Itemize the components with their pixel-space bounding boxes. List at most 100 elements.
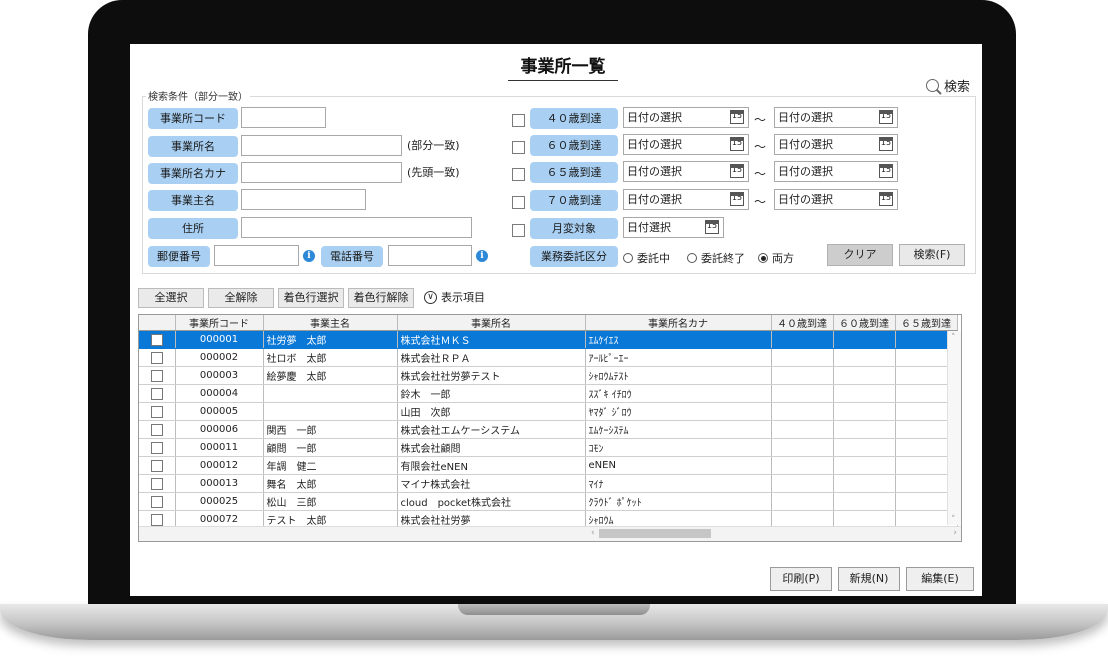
age-to-date[interactable]: 日付の選択 15 xyxy=(774,189,898,210)
postal-info-icon[interactable]: i xyxy=(303,250,315,262)
monthly-date-input[interactable]: 日付選択 15 xyxy=(623,217,724,238)
row-checkbox[interactable] xyxy=(150,495,163,508)
search-button[interactable]: 検索(F) xyxy=(899,244,965,266)
deselect-all-button[interactable]: 全解除 xyxy=(208,288,274,308)
top-search-link[interactable]: 検索 xyxy=(925,76,970,95)
row-checkbox[interactable] xyxy=(150,423,163,436)
display-items-toggle[interactable]: ∨ 表示項目 xyxy=(424,289,485,305)
row-checkbox-cell[interactable] xyxy=(139,366,176,385)
row-checkbox-cell[interactable] xyxy=(139,474,176,493)
monthly-checkbox[interactable] xyxy=(512,224,525,237)
clear-button[interactable]: クリア xyxy=(827,244,893,266)
calendar-icon[interactable]: 15 xyxy=(879,137,893,151)
column-header[interactable]: 事業主名 xyxy=(263,315,398,331)
contract-radio-ended[interactable]: 委託終了 xyxy=(687,250,745,266)
calendar-icon[interactable]: 15 xyxy=(730,192,744,206)
column-header[interactable]: ４０歳到達 xyxy=(771,315,834,331)
table-row[interactable]: 000013 舞名 太郎 マイナ株式会社 ﾏｲﾅ xyxy=(139,474,958,493)
row-checkbox-cell[interactable] xyxy=(139,384,176,403)
office-kana-input[interactable] xyxy=(241,162,402,183)
range-tilde: ～ xyxy=(754,195,767,209)
phone-info-icon[interactable]: i xyxy=(476,250,488,262)
table-row[interactable]: 000005 山田 次郎 ﾔﾏﾀﾞ ｼﾞﾛｳ xyxy=(139,402,958,421)
column-header[interactable] xyxy=(139,315,176,331)
row-checkbox-cell[interactable] xyxy=(139,492,176,511)
scroll-right-icon[interactable]: › xyxy=(953,528,957,538)
horizontal-scrollbar[interactable]: ‹ › xyxy=(139,526,961,541)
search-criteria-legend: 検索条件（部分一致） xyxy=(146,88,250,103)
row-checkbox[interactable] xyxy=(150,405,163,418)
table-cell: ﾔﾏﾀﾞ ｼﾞﾛｳ xyxy=(585,402,772,421)
table-cell: ｼｬﾛｳﾑﾃｽﾄ xyxy=(585,366,772,385)
calendar-icon[interactable]: 15 xyxy=(879,192,893,206)
column-header[interactable]: 事業所名カナ xyxy=(585,315,772,331)
age-from-date[interactable]: 日付の選択 15 xyxy=(623,134,749,155)
column-header[interactable]: ６０歳到達 xyxy=(833,315,896,331)
row-checkbox[interactable] xyxy=(150,459,163,472)
column-header[interactable]: 事業所名 xyxy=(397,315,586,331)
table-row[interactable]: 000002 社ロボ 太郎 株式会社ＲＰＡ ｱｰﾙﾋﾟｰｴｰ xyxy=(139,348,958,367)
table-cell: 関西 一郎 xyxy=(263,420,398,439)
age-to-date[interactable]: 日付の選択 15 xyxy=(774,107,898,128)
office-code-input[interactable] xyxy=(241,107,326,128)
table-row[interactable]: 000011 顧問 一郎 株式会社顧問 ｺﾓﾝ xyxy=(139,438,958,457)
postal-input[interactable] xyxy=(214,245,299,266)
contract-radio-both[interactable]: 両方 xyxy=(758,250,794,266)
office-table: 事業所コード 事業主名 事業所名 事業所名カナ ４０歳到達 ６０歳到達 ６５歳到達 0000… xyxy=(139,315,958,541)
calendar-icon[interactable]: 15 xyxy=(730,110,744,124)
age-from-text: 日付の選択 xyxy=(627,193,682,206)
row-checkbox[interactable] xyxy=(150,513,163,526)
age-to-date[interactable]: 日付の選択 15 xyxy=(774,161,898,182)
edit-button[interactable]: 編集(E) xyxy=(906,567,974,591)
row-checkbox-cell[interactable] xyxy=(139,330,176,349)
calendar-icon[interactable]: 15 xyxy=(879,110,893,124)
row-checkbox[interactable] xyxy=(150,351,163,364)
office-name-input[interactable] xyxy=(241,135,402,156)
age-checkbox[interactable] xyxy=(512,141,525,154)
age-from-date[interactable]: 日付の選択 15 xyxy=(623,107,749,128)
age-checkbox[interactable] xyxy=(512,168,525,181)
calendar-icon[interactable]: 15 xyxy=(730,164,744,178)
age-checkbox[interactable] xyxy=(512,196,525,209)
row-checkbox-cell[interactable] xyxy=(139,348,176,367)
row-checkbox-cell[interactable] xyxy=(139,456,176,475)
scroll-up-icon[interactable]: ˄ xyxy=(951,333,956,343)
table-row[interactable]: 000012 年調 健二 有限会社eNEN eNEN xyxy=(139,456,958,475)
color-row-select-button[interactable]: 着色行選択 xyxy=(278,288,344,308)
calendar-icon[interactable]: 15 xyxy=(879,164,893,178)
print-button[interactable]: 印刷(P) xyxy=(770,567,832,591)
table-row[interactable]: 000003 絵夢慶 太郎 株式会社社労夢テスト ｼｬﾛｳﾑﾃｽﾄ xyxy=(139,366,958,385)
age-to-date[interactable]: 日付の選択 15 xyxy=(774,134,898,155)
calendar-icon[interactable]: 15 xyxy=(705,220,719,234)
row-checkbox[interactable] xyxy=(150,333,163,346)
row-checkbox-cell[interactable] xyxy=(139,402,176,421)
table-row[interactable]: 000025 松山 三郎 cloud pocket株式会社 ｸﾗｳﾄﾞ ﾎﾟｹｯﾄ xyxy=(139,492,958,511)
age-checkbox[interactable] xyxy=(512,114,525,127)
scroll-down-icon[interactable]: ˅ xyxy=(951,515,956,525)
color-row-clear-button[interactable]: 着色行解除 xyxy=(348,288,414,308)
column-header[interactable]: ６５歳到達 xyxy=(895,315,958,331)
table-row[interactable]: 000001 社労夢 太郎 株式会社ＭＫＳ ｴﾑｹｲｴｽ xyxy=(139,330,958,349)
scroll-left-icon[interactable]: ‹ xyxy=(591,528,595,538)
row-checkbox[interactable] xyxy=(150,369,163,382)
table-row[interactable]: 000006 関西 一郎 株式会社エムケーシステム ｴﾑｹｰｼｽﾃﾑ xyxy=(139,420,958,439)
address-input[interactable] xyxy=(241,217,472,238)
table-cell: 社ロボ 太郎 xyxy=(263,348,398,367)
owner-input[interactable] xyxy=(241,189,366,210)
column-header[interactable]: 事業所コード xyxy=(175,315,264,331)
horizontal-scroll-thumb[interactable] xyxy=(599,529,711,538)
row-checkbox-cell[interactable] xyxy=(139,438,176,457)
select-all-button[interactable]: 全選択 xyxy=(138,288,204,308)
calendar-icon[interactable]: 15 xyxy=(730,137,744,151)
row-checkbox-cell[interactable] xyxy=(139,420,176,439)
age-from-date[interactable]: 日付の選択 15 xyxy=(623,189,749,210)
row-checkbox[interactable] xyxy=(150,477,163,490)
vertical-scrollbar[interactable]: ˄ ˅ xyxy=(947,331,961,525)
phone-input[interactable] xyxy=(388,245,472,266)
age-from-date[interactable]: 日付の選択 15 xyxy=(623,161,749,182)
table-row[interactable]: 000004 鈴木 一郎 ｽｽﾞｷ ｲﾁﾛｳ xyxy=(139,384,958,403)
row-checkbox[interactable] xyxy=(150,387,163,400)
row-checkbox[interactable] xyxy=(150,441,163,454)
new-button[interactable]: 新規(N) xyxy=(838,567,900,591)
contract-radio-ongoing[interactable]: 委託中 xyxy=(623,250,670,266)
